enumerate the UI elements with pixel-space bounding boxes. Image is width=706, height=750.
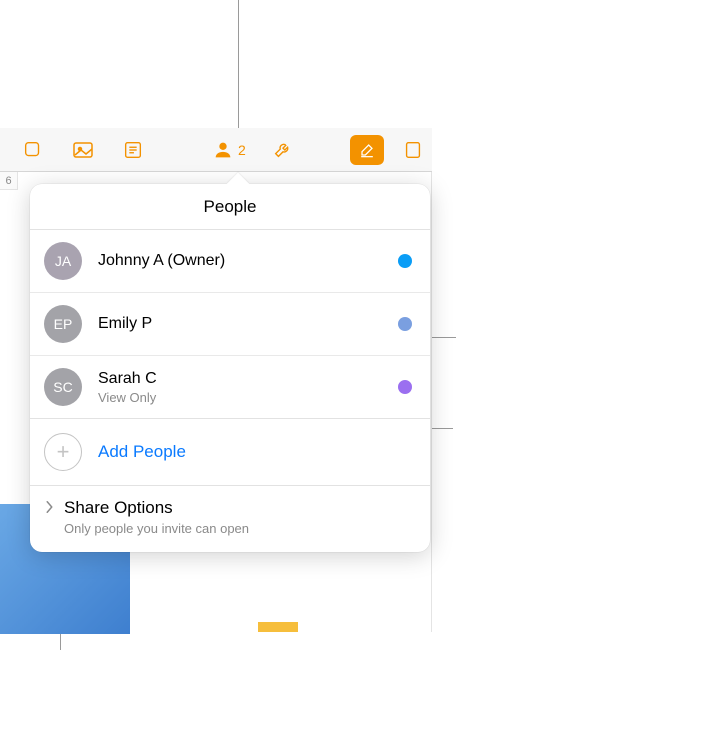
add-people-row[interactable]: + Add People <box>30 419 430 486</box>
image-icon[interactable] <box>70 137 96 163</box>
person-row[interactable]: EP Emily P <box>30 293 430 356</box>
person-icon <box>210 137 236 163</box>
shape-icon[interactable] <box>20 137 46 163</box>
person-name: Johnny A (Owner) <box>98 252 398 270</box>
avatar: EP <box>44 305 82 343</box>
people-button[interactable]: 2 <box>210 137 246 163</box>
presence-dot <box>398 317 412 331</box>
share-options-title: Share Options <box>64 498 249 518</box>
avatar: JA <box>44 242 82 280</box>
popover-title: People <box>30 184 430 230</box>
panel-icon[interactable] <box>400 137 426 163</box>
share-options-subtitle: Only people you invite can open <box>64 521 249 536</box>
note-icon[interactable] <box>120 137 146 163</box>
presence-dot <box>398 380 412 394</box>
presence-dot <box>398 254 412 268</box>
person-name: Sarah C <box>98 370 398 388</box>
add-people-label: Add People <box>98 442 186 462</box>
row-header: 6 <box>0 172 18 190</box>
people-popover: People JA Johnny A (Owner) EP Emily P SC Sara… <box>30 184 430 552</box>
person-name: Emily P <box>98 315 398 333</box>
wrench-icon[interactable] <box>270 137 296 163</box>
toolbar: 2 <box>0 128 432 172</box>
person-row[interactable]: SC Sarah C View Only <box>30 356 430 419</box>
chevron-right-icon <box>42 498 56 514</box>
people-count: 2 <box>238 142 246 158</box>
avatar: SC <box>44 368 82 406</box>
plus-icon: + <box>44 433 82 471</box>
person-row[interactable]: JA Johnny A (Owner) <box>30 230 430 293</box>
format-brush-button[interactable] <box>350 135 384 165</box>
person-subtitle: View Only <box>98 390 398 405</box>
share-options-row[interactable]: Share Options Only people you invite can… <box>30 486 430 552</box>
